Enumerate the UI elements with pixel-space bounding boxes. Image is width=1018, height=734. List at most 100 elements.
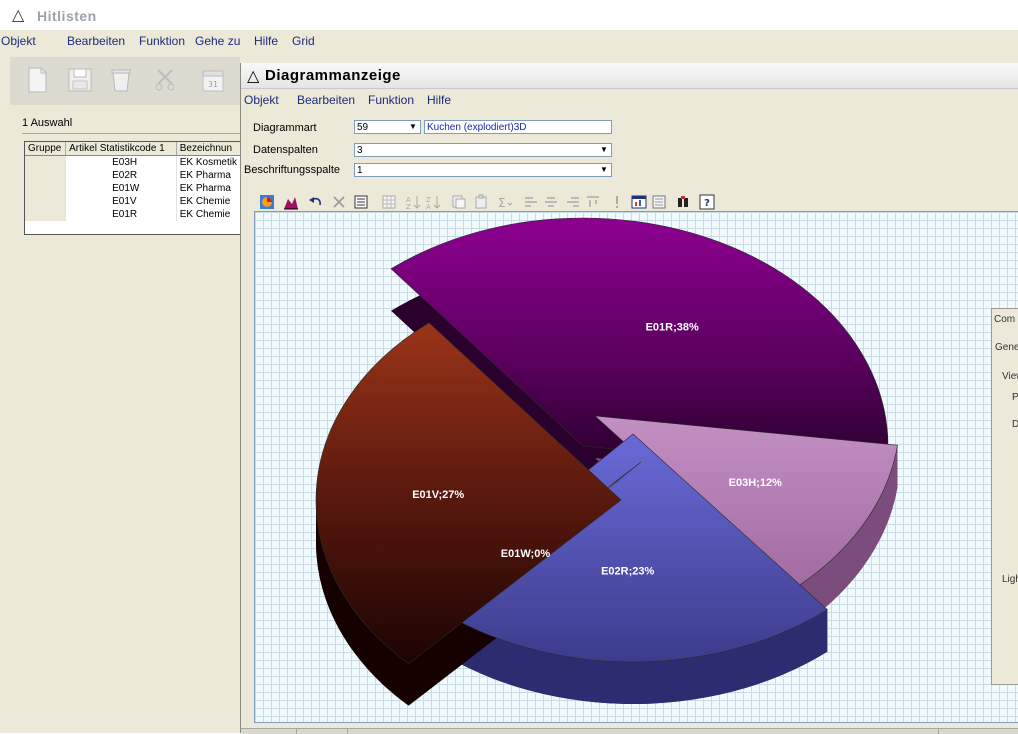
chart-properties-panel[interactable]: Com Gene View Pr De Ligh (991, 308, 1018, 685)
table-row[interactable]: E01V EK Chemie (25, 195, 241, 208)
column-header-statistikcode[interactable]: Artikel Statistikcode 1 (65, 142, 177, 156)
undo-icon[interactable] (307, 194, 323, 210)
cell-bezeichnung: EK Pharma (176, 169, 241, 182)
menu-gehe-zu[interactable]: Gehe zu (195, 34, 240, 48)
main-toolbar: 31 (10, 57, 240, 106)
data-table-icon[interactable] (353, 194, 369, 210)
props-title-fragment: Com (994, 314, 1016, 325)
help-icon[interactable]: ? (699, 194, 715, 210)
diagram-menu-bearbeiten[interactable]: Bearbeiten (297, 93, 355, 107)
sort-ascending-icon[interactable]: AZ (405, 194, 421, 210)
tab-auswahl[interactable]: 1 Auswahl (22, 117, 72, 129)
cell-gruppe (25, 155, 67, 169)
column-header-gruppe[interactable]: Gruppe (25, 142, 67, 156)
props-de-fragment: De (1012, 419, 1018, 430)
selection-grid[interactable]: Gruppe Artikel Statistikcode 1 Bezeichnu… (24, 141, 242, 235)
pie-label-e02r: E02R;23% (601, 566, 654, 578)
app-logo-icon: △ (12, 7, 25, 24)
svg-text:Σ: Σ (498, 196, 506, 210)
cut-icon[interactable] (150, 65, 180, 95)
props-view-fragment: View (1002, 371, 1018, 382)
pie-chart: E01R;38% E03H;12% E02R;23% E01W;0% E01V;27% (315, 217, 898, 706)
menu-hilfe[interactable]: Hilfe (254, 34, 278, 48)
cell-bezeichnung: EK Kosmetik (176, 155, 241, 169)
save-icon[interactable] (65, 65, 95, 95)
label-column-select[interactable]: 1 ▼ (354, 163, 612, 177)
cell-code: E01W (65, 182, 177, 195)
dropdown-arrow-icon[interactable]: ▼ (597, 144, 611, 156)
diagram-window-title: Diagrammanzeige (265, 67, 401, 84)
tab-divider (22, 133, 240, 134)
align-left-icon[interactable] (523, 194, 539, 210)
diagram-title-bar[interactable]: △ Diagrammanzeige (241, 63, 1018, 89)
cell-bezeichnung: EK Chemie (176, 195, 241, 208)
pie-label-e01w: E01W;0% (501, 548, 551, 560)
pie-label-e01v: E01V;27% (412, 489, 464, 501)
close-icon[interactable] (331, 194, 347, 210)
pie-slices-group: E01R;38% E03H;12% E02R;23% E01W;0% E01V;27% (315, 217, 898, 706)
diagram-window: △ Diagrammanzeige Objekt Bearbeiten Funk… (240, 63, 1018, 734)
cell-bezeichnung: EK Chemie (176, 208, 241, 221)
chart-colors-icon[interactable] (259, 194, 275, 210)
calendar-icon[interactable]: 31 (198, 65, 228, 95)
sort-descending-icon[interactable]: ZA (425, 194, 441, 210)
main-window-title: Hitlisten (37, 8, 97, 24)
print-chart-icon[interactable] (675, 194, 691, 210)
menu-objekt[interactable]: Objekt (1, 34, 36, 48)
chart-type-description: Kuchen (explodiert)3D (424, 120, 612, 134)
properties-icon[interactable] (651, 194, 667, 210)
diagram-menu-objekt[interactable]: Objekt (244, 93, 279, 107)
table-row[interactable]: E01W EK Pharma (25, 182, 241, 195)
main-menu-bar: Objekt Bearbeiten Funktion Gehe zu Hilfe… (0, 31, 1018, 51)
diagram-menu-bar: Objekt Bearbeiten Funktion Hilfe (241, 88, 1018, 108)
dropdown-arrow-icon[interactable]: ▼ (597, 164, 611, 176)
main-window: △ Hitlisten Objekt Bearbeiten Funktion G… (0, 0, 1018, 734)
status-cell (297, 729, 348, 734)
chart-toolbar: AZ ZA Σ ? (253, 191, 1013, 213)
table-row[interactable]: E03H EK Kosmetik (25, 155, 241, 169)
sum-icon[interactable]: Σ (497, 194, 513, 210)
grid-icon[interactable] (381, 194, 397, 210)
align-top-icon[interactable] (585, 194, 601, 210)
cell-code: E02R (65, 169, 177, 182)
cell-code: E01R (65, 208, 177, 221)
menu-bearbeiten[interactable]: Bearbeiten (67, 34, 125, 48)
new-document-icon[interactable] (22, 65, 52, 95)
diagram-menu-hilfe[interactable]: Hilfe (427, 93, 451, 107)
column-header-bezeichnung[interactable]: Bezeichnun (176, 142, 241, 156)
paste-chart-icon[interactable] (473, 194, 489, 210)
table-row[interactable]: E01R EK Chemie (25, 208, 241, 221)
status-bar (241, 728, 1018, 734)
svg-text:31: 31 (208, 80, 218, 89)
dropdown-arrow-icon[interactable]: ▼ (406, 121, 420, 133)
label-column-value: 1 (357, 165, 363, 176)
chart-window-icon[interactable] (631, 194, 647, 210)
table-row[interactable]: E02R EK Pharma (25, 169, 241, 182)
status-cell (241, 729, 297, 734)
props-tab-fragment[interactable]: Gene (995, 342, 1018, 353)
props-pr-fragment: Pr (1012, 392, 1018, 403)
copy-chart-icon[interactable] (451, 194, 467, 210)
data-columns-value: 3 (357, 145, 363, 156)
cell-gruppe (25, 195, 67, 208)
diagram-logo-icon: △ (247, 68, 260, 85)
menu-grid[interactable]: Grid (292, 34, 315, 48)
pie-label-e01r: E01R;38% (646, 322, 699, 334)
delete-icon[interactable] (106, 65, 136, 95)
chart-type-select[interactable]: 59 ▼ (354, 120, 421, 134)
chart-type-icon[interactable] (283, 194, 299, 210)
data-columns-label: Datenspalten (253, 144, 318, 156)
cell-code: E01V (65, 195, 177, 208)
align-right-icon[interactable] (565, 194, 581, 210)
cell-gruppe (25, 182, 67, 195)
menu-funktion[interactable]: Funktion (139, 34, 185, 48)
svg-text:A: A (426, 203, 431, 210)
diagram-menu-funktion[interactable]: Funktion (368, 93, 414, 107)
svg-text:?: ? (704, 198, 710, 209)
cell-gruppe (25, 169, 67, 182)
data-columns-select[interactable]: 3 ▼ (354, 143, 612, 157)
exclamation-icon[interactable] (609, 194, 625, 210)
main-title-bar: △ Hitlisten (0, 0, 1018, 30)
chart-plot-area[interactable]: E01R;38% E03H;12% E02R;23% E01W;0% E01V;27% (254, 211, 1018, 723)
align-center-icon[interactable] (543, 194, 559, 210)
